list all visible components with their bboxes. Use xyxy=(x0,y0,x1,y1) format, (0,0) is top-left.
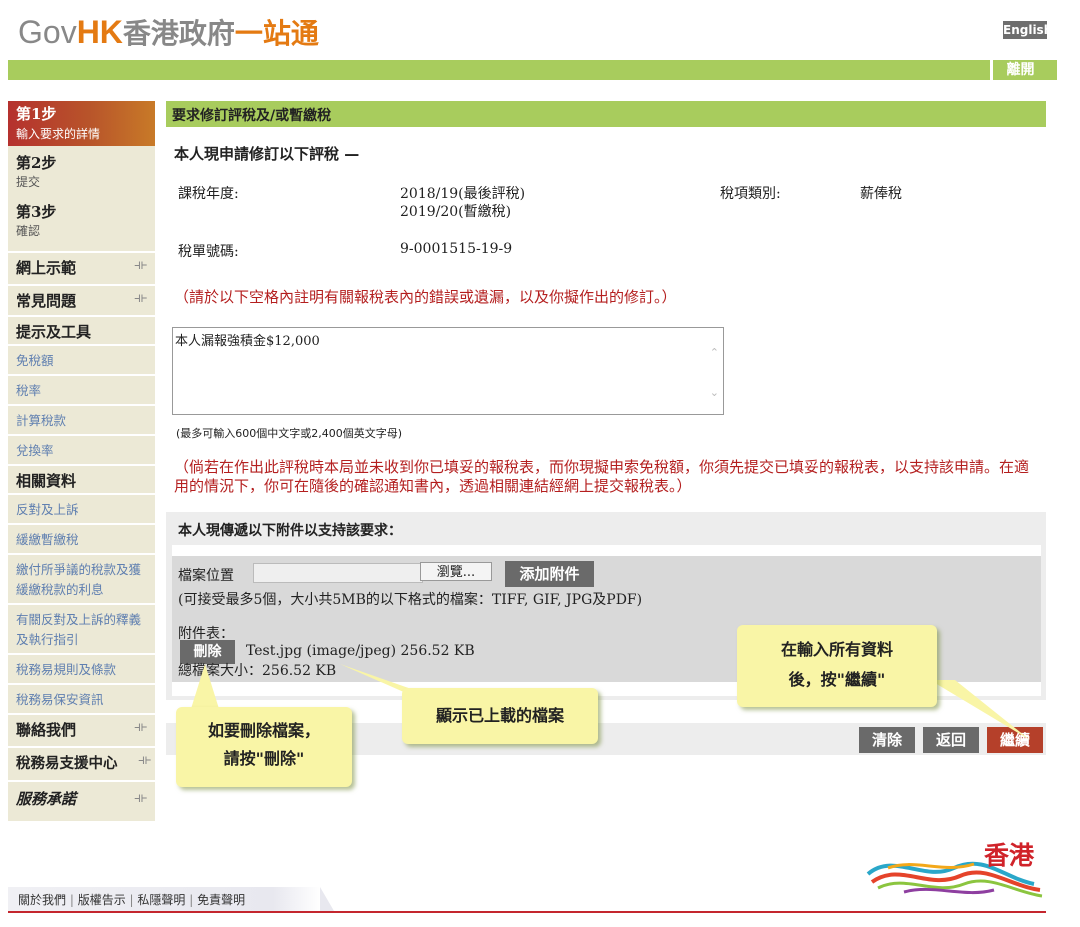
continue-tip-line2: 後，按"繼續" xyxy=(788,670,886,689)
brand-hong-kong-logo: 香港 xyxy=(866,841,1043,898)
footer-link-copyright[interactable]: 版權告示 xyxy=(78,893,126,907)
callout-pointers xyxy=(190,664,1030,740)
delete-tip-line2: 請按"刪除" xyxy=(223,749,305,768)
footer-red-line xyxy=(8,911,1046,913)
brand-logo-text: 香港 xyxy=(984,841,1035,870)
footer-separator: | xyxy=(69,893,78,907)
continue-tip-pointer xyxy=(930,680,1030,740)
footer-link-privacy[interactable]: 私隱聲明 xyxy=(137,893,185,907)
footer-separator: | xyxy=(189,893,198,907)
continue-tip-line1: 在輸入所有資料 xyxy=(780,640,893,659)
uploaded-tip-text: 顯示已上載的檔案 xyxy=(435,706,564,725)
footer-link-about[interactable]: 關於我們 xyxy=(18,893,66,907)
footer-link-disclaimer[interactable]: 免責聲明 xyxy=(197,893,245,907)
delete-tip-line1: 如要刪除檔案， xyxy=(207,721,320,740)
delete-tip-callout: 如要刪除檔案， 請按"刪除" xyxy=(176,707,352,787)
continue-tip-callout: 在輸入所有資料 後，按"繼續" xyxy=(737,625,937,707)
footer-links: 關於我們 | 版權告示 | 私隱聲明 | 免責聲明 xyxy=(18,891,245,908)
delete-tip-pointer xyxy=(190,664,220,712)
uploaded-tip-callout: 顯示已上載的檔案 xyxy=(402,688,598,744)
